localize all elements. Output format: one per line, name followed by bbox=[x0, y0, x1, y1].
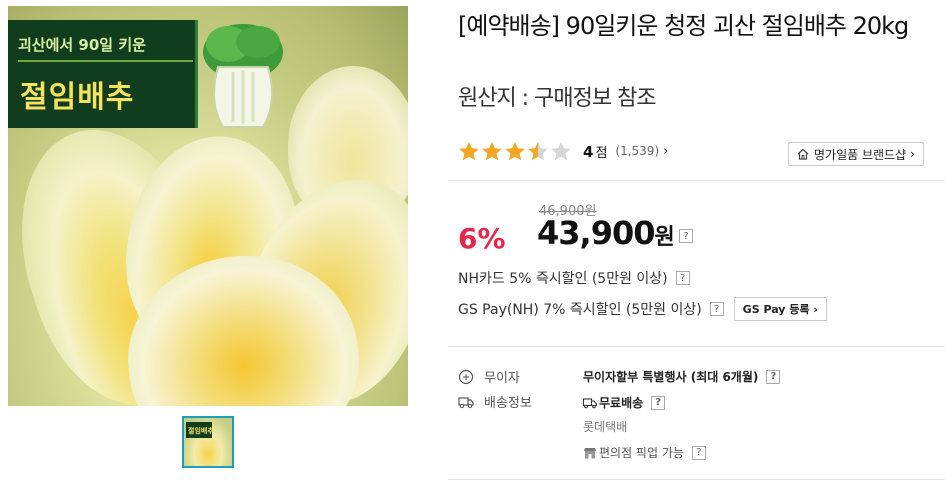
divider bbox=[448, 479, 945, 480]
help-icon[interactable]: ? bbox=[675, 271, 690, 285]
product-origin: 원산지 : 구매정보 참조 bbox=[458, 86, 657, 111]
thumbnail-label: 절임배추 bbox=[186, 422, 214, 438]
star-rating bbox=[458, 141, 573, 161]
thumbnail-image[interactable]: 절임배추 bbox=[182, 416, 234, 468]
promotion-nh-card: NH카드 5% 즉시할인 (5만원 이상) ? bbox=[458, 268, 690, 288]
brand-shop-label: 명가일품 브랜드샵 bbox=[814, 147, 907, 162]
product-title: [예약배송] 90일키운 청정 괴산 절임배추 20kg bbox=[458, 12, 909, 40]
divider bbox=[448, 346, 945, 347]
courier-name: 롯데택배 bbox=[583, 420, 628, 434]
rating-score: 4점 bbox=[583, 142, 608, 161]
brand-shop-button[interactable]: 명가일품 브랜드샵 › bbox=[788, 142, 924, 166]
promotion-gs-pay: GS Pay(NH) 7% 즉시할인 (5만원 이상) ? GS Pay 등록 … bbox=[458, 297, 827, 321]
chevron-right-icon: › bbox=[910, 147, 915, 161]
help-icon[interactable]: ? bbox=[679, 229, 693, 243]
help-icon[interactable]: ? bbox=[651, 395, 666, 410]
cabbage-leaf-icon bbox=[203, 24, 283, 128]
rating-summary[interactable]: 4점 (1,539) › bbox=[458, 140, 668, 162]
coin-icon bbox=[458, 369, 474, 384]
home-icon bbox=[797, 148, 809, 160]
discount-rate: 6% bbox=[458, 222, 506, 255]
convenience-store-pickup: 편의점 픽업 가능 ? bbox=[583, 444, 706, 461]
promo-main-text: 절임배추 bbox=[20, 80, 135, 115]
main-product-image[interactable]: 괴산에서 90일 키운 절임배추 bbox=[8, 6, 408, 406]
star-icon bbox=[551, 142, 571, 161]
star-icon bbox=[459, 142, 479, 161]
star-icon bbox=[482, 142, 502, 161]
store-icon bbox=[584, 447, 596, 458]
review-count[interactable]: (1,539) bbox=[615, 144, 659, 158]
installment-label: 무이자 bbox=[458, 367, 520, 386]
star-icon bbox=[505, 142, 525, 161]
shipping-fee: 무료배송 ? bbox=[583, 394, 666, 411]
star-icon bbox=[528, 142, 548, 161]
chevron-right-icon: › bbox=[663, 143, 669, 159]
gs-pay-register-button[interactable]: GS Pay 등록 › bbox=[733, 297, 827, 321]
truck-icon bbox=[583, 397, 597, 408]
shipping-label: 배송정보 bbox=[458, 392, 532, 411]
truck-icon bbox=[458, 396, 474, 408]
installment-info: 무이자할부 특별행사 (최대 6개월) ? bbox=[583, 368, 781, 385]
help-icon[interactable]: ? bbox=[766, 369, 781, 384]
sale-price: 43,900원 bbox=[537, 214, 675, 252]
divider bbox=[448, 180, 945, 181]
help-icon[interactable]: ? bbox=[709, 302, 724, 316]
help-icon[interactable]: ? bbox=[691, 445, 706, 460]
promo-top-text: 괴산에서 90일 키운 bbox=[18, 34, 193, 62]
promo-banner: 괴산에서 90일 키운 절임배추 bbox=[8, 20, 198, 128]
